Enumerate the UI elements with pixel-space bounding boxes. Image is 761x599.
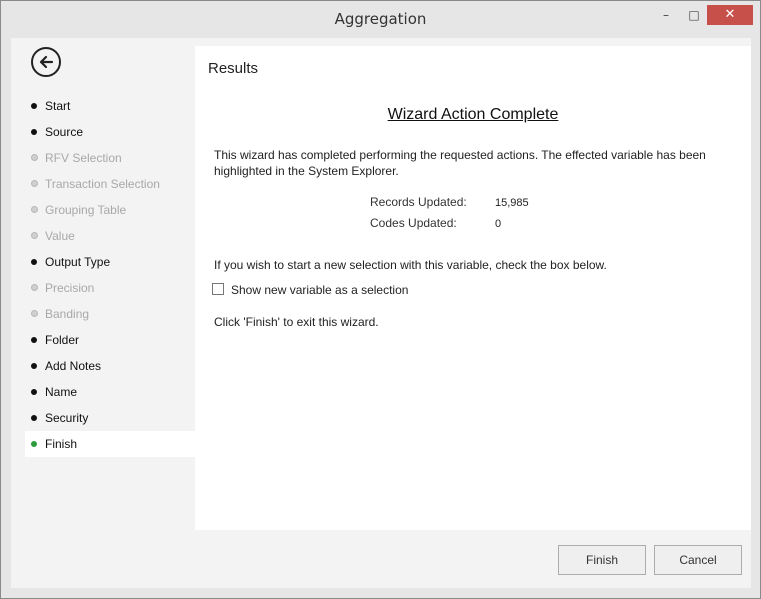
exit-instruction: Click 'Finish' to exit this wizard. — [214, 315, 379, 329]
new-selection-prompt: If you wish to start a new selection wit… — [214, 258, 607, 272]
wizard-step-label: Add Notes — [45, 359, 102, 373]
records-updated-value: 15,985 — [495, 197, 529, 209]
results-panel: Results Wizard Action Complete This wiza… — [195, 46, 751, 530]
title-bar: Aggregation – □ ✕ — [1, 1, 760, 37]
codes-updated-label: Codes Updated: — [370, 216, 457, 230]
step-status-dot-icon — [31, 103, 37, 109]
wizard-step-label: Source — [45, 125, 84, 139]
back-button[interactable] — [31, 47, 61, 77]
wizard-step[interactable]: Output Type — [25, 249, 195, 275]
wizard-step-label: Transaction Selection — [45, 177, 160, 191]
wizard-step-label: Grouping Table — [45, 203, 127, 217]
wizard-step[interactable]: RFV Selection — [25, 145, 195, 171]
show-selection-label[interactable]: Show new variable as a selection — [231, 283, 408, 297]
cancel-button[interactable]: Cancel — [654, 545, 742, 575]
step-status-dot-icon — [31, 180, 38, 187]
wizard-step[interactable]: Source — [25, 119, 195, 145]
close-button[interactable]: ✕ — [707, 5, 753, 25]
wizard-step-label: Security — [45, 411, 89, 425]
wizard-step[interactable]: Value — [25, 223, 195, 249]
wizard-step[interactable]: Folder — [25, 327, 195, 353]
show-selection-checkbox[interactable] — [212, 283, 224, 295]
step-status-dot-icon — [31, 415, 37, 421]
codes-updated-value: 0 — [495, 218, 502, 230]
wizard-step[interactable]: Banding — [25, 301, 195, 327]
records-updated-label: Records Updated: — [370, 195, 467, 209]
step-status-dot-icon — [31, 129, 37, 135]
step-status-dot-icon — [31, 206, 38, 213]
wizard-step-label: Precision — [45, 281, 95, 295]
wizard-step[interactable]: Transaction Selection — [25, 171, 195, 197]
step-status-dot-icon — [31, 259, 37, 265]
wizard-step[interactable]: Name — [25, 379, 195, 405]
wizard-step[interactable]: Finish — [25, 431, 195, 457]
section-title: Results — [208, 60, 259, 77]
wizard-step[interactable]: Add Notes — [25, 353, 195, 379]
wizard-step-label: Start — [45, 99, 71, 113]
step-status-dot-icon — [31, 154, 38, 161]
step-status-dot-icon — [31, 363, 37, 369]
window-title: Aggregation — [334, 10, 427, 28]
wizard-step[interactable]: Grouping Table — [25, 197, 195, 223]
wizard-step[interactable]: Precision — [25, 275, 195, 301]
wizard-step-label: Output Type — [45, 255, 111, 269]
minimize-button[interactable]: – — [653, 5, 679, 25]
wizard-step-label: Finish — [45, 437, 78, 451]
wizard-step-label: Banding — [45, 307, 90, 321]
wizard-step[interactable]: Security — [25, 405, 195, 431]
wizard-content: Start Source RFV Selection Transaction Sele… — [11, 38, 751, 588]
completion-description: This wizard has completed performing the… — [214, 148, 706, 178]
finish-button[interactable]: Finish — [558, 545, 646, 575]
step-status-dot-icon — [31, 284, 38, 291]
wizard-step[interactable]: Start — [25, 93, 195, 119]
wizard-step-label: RFV Selection — [45, 151, 122, 165]
wizard-steps-sidebar: Start Source RFV Selection Transaction Sele… — [11, 38, 195, 588]
step-status-dot-icon — [31, 232, 38, 239]
maximize-button[interactable]: □ — [681, 5, 707, 25]
step-status-dot-icon — [31, 310, 38, 317]
wizard-step-label: Name — [45, 385, 78, 399]
back-arrow-icon — [39, 55, 54, 69]
step-status-dot-icon — [31, 389, 37, 395]
step-status-dot-icon — [31, 441, 37, 447]
wizard-step-label: Folder — [45, 333, 80, 347]
wizard-step-label: Value — [45, 229, 75, 243]
completion-heading: Wizard Action Complete — [387, 106, 559, 123]
wizard-window: Aggregation – □ ✕ Start Source RFV Selecti… — [0, 0, 761, 599]
step-status-dot-icon — [31, 337, 37, 343]
